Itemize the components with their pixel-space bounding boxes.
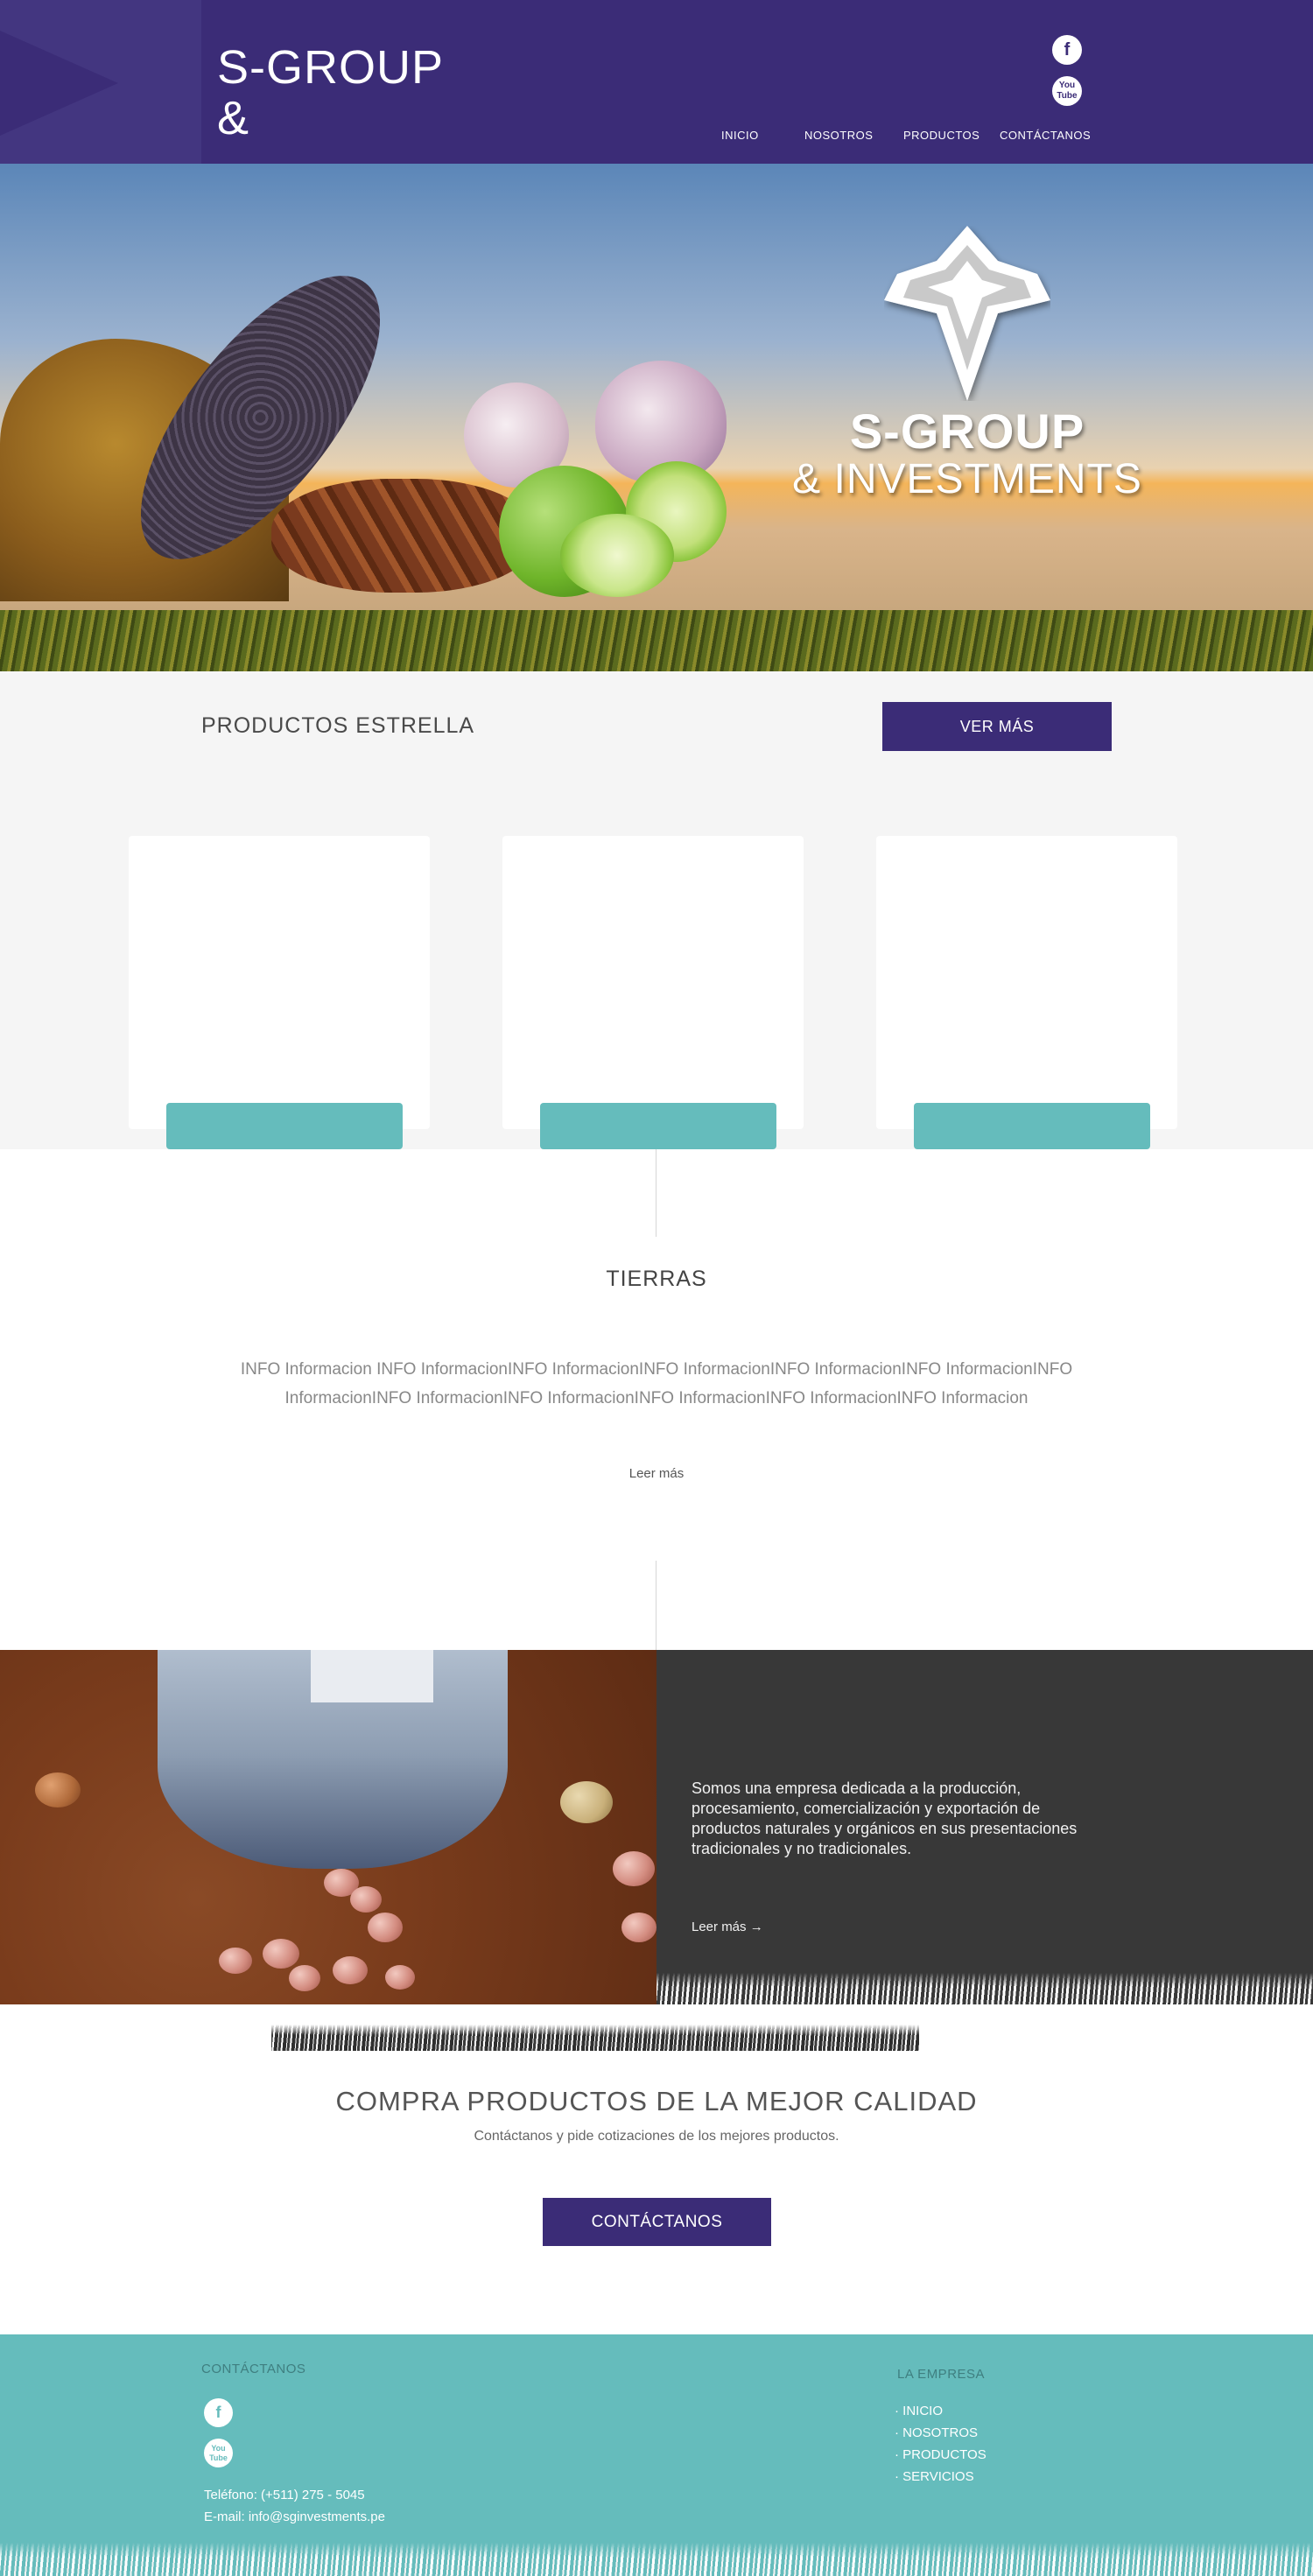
pecans-image	[271, 479, 534, 593]
footer-link-servicios[interactable]: · SERVICIOS	[895, 2469, 974, 2484]
footer-link-inicio[interactable]: · INICIO	[895, 2404, 943, 2418]
company-read-more-link[interactable]: Leer más →	[692, 1920, 763, 1934]
product-card-button[interactable]	[540, 1103, 776, 1149]
farmer-shirt	[311, 1650, 433, 1702]
footer-link-productos[interactable]: · PRODUCTOS	[895, 2447, 987, 2462]
youtube-icon[interactable]: You Tube	[1052, 76, 1082, 106]
company-description: Somos una empresa dedicada a la producci…	[692, 1779, 1078, 1857]
tierras-title: TIERRAS	[606, 1267, 707, 1291]
brand-line-2: &	[217, 92, 250, 144]
youtube-icon[interactable]: You Tube	[204, 2439, 233, 2467]
star-logo-icon	[884, 226, 1050, 401]
potato	[35, 1772, 81, 1807]
footer-grass	[0, 2543, 1313, 2576]
product-card[interactable]	[502, 836, 804, 1129]
brand-logo[interactable]: S-GROUP &	[217, 42, 444, 144]
tierras-read-more-link[interactable]: Leer más	[0, 1466, 1313, 1481]
grass-divider	[656, 1973, 1313, 2004]
nav-contactanos[interactable]: CONTÁCTANOS	[1000, 129, 1091, 142]
footer-company-title: LA EMPRESA	[897, 2367, 986, 2382]
hero-brand-title: S-GROUP	[849, 404, 1085, 459]
products-title: PRODUCTOS ESTRELLA	[201, 713, 475, 738]
potato	[385, 1965, 415, 1990]
grass-strip	[271, 2025, 919, 2051]
footer-phone: Teléfono: (+511) 275 - 5045	[204, 2488, 365, 2502]
ver-mas-button[interactable]: VER MÁS	[882, 702, 1112, 751]
lime-slice-image	[560, 514, 674, 597]
brand-line-1: S-GROUP	[217, 41, 445, 94]
footer-email[interactable]: E-mail: info@sginvestments.pe	[204, 2509, 385, 2524]
potato	[350, 1886, 382, 1913]
potato	[333, 1956, 368, 1984]
potato	[289, 1965, 320, 1991]
product-card-button[interactable]	[914, 1103, 1150, 1149]
potato	[613, 1851, 655, 1886]
potato	[621, 1913, 656, 1942]
potato	[219, 1948, 252, 1974]
nav-productos[interactable]: PRODUCTOS	[903, 129, 979, 142]
site-header: S-GROUP & f You Tube INICIO NOSOTROS PRO…	[0, 0, 1313, 164]
footer-contact-title: CONTÁCTANOS	[201, 2362, 306, 2376]
cta-subtitle: Contáctanos y pide cotizaciones de los m…	[474, 2129, 839, 2144]
footer-link-nosotros[interactable]: · NOSOTROS	[895, 2425, 978, 2440]
nav-inicio[interactable]: INICIO	[721, 129, 759, 142]
product-card[interactable]	[876, 836, 1177, 1129]
contact-button[interactable]: CONTÁCTANOS	[543, 2198, 771, 2246]
facebook-icon[interactable]: f	[1052, 35, 1082, 65]
hero-grass	[0, 610, 1313, 671]
cta-title: COMPRA PRODUCTOS DE LA MEJOR CALIDAD	[335, 2086, 978, 2116]
product-card-button[interactable]	[166, 1103, 403, 1149]
potato	[263, 1939, 299, 1969]
tierras-body: INFO Informacion INFO InformacionINFO In…	[240, 1360, 1073, 1407]
farmer-potatoes-photo	[0, 1650, 656, 2004]
site-footer	[0, 2334, 1313, 2576]
potato	[368, 1913, 403, 1942]
product-card[interactable]	[129, 836, 430, 1129]
potato	[560, 1781, 613, 1823]
hero-brand-subtitle: & INVESTMENTS	[792, 456, 1142, 502]
nav-nosotros[interactable]: NOSOTROS	[804, 129, 873, 142]
facebook-icon[interactable]: f	[204, 2398, 233, 2427]
